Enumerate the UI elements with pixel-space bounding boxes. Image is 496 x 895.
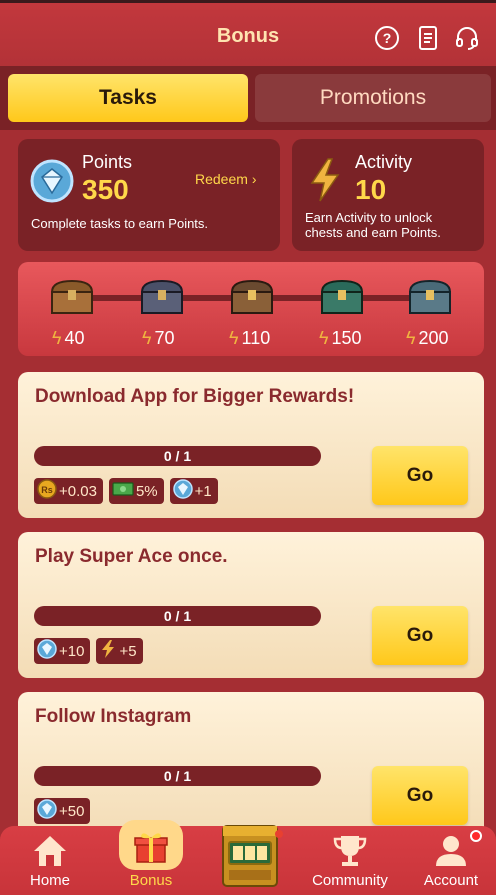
slot-machine-icon xyxy=(215,820,285,895)
reward-badge: +5 xyxy=(96,638,143,664)
nav-account[interactable]: Account xyxy=(410,826,492,895)
reward-badge: 5% xyxy=(108,478,164,504)
rupee-coin-icon: Rs xyxy=(37,479,57,503)
diamond-icon xyxy=(37,639,57,663)
reward-value: +10 xyxy=(59,642,85,660)
redeem-label: Redeem xyxy=(195,171,248,187)
reward-value: +50 xyxy=(59,802,85,820)
task-rewards: +50 xyxy=(34,798,91,824)
reward-value: 5% xyxy=(135,482,158,500)
chest-requirement-value: 40 xyxy=(64,328,85,348)
cash-icon xyxy=(112,481,134,501)
diamond-icon xyxy=(37,799,57,823)
lightning-icon: ϟ xyxy=(319,328,329,348)
chest-requirement: ϟ 40 xyxy=(52,328,85,349)
chest-requirement-value: 150 xyxy=(331,328,362,348)
reward-value: +1 xyxy=(194,482,212,500)
task-progress: 0 / 1 xyxy=(34,446,321,466)
bonus-screen: Bonus ? Tasks Promotions Points 350 Rede… xyxy=(0,0,496,895)
notification-badge xyxy=(470,830,482,842)
chest-requirement: ϟ 150 xyxy=(319,328,362,349)
reward-badge: Rs +0.03 xyxy=(34,478,103,504)
chest-requirement-value: 70 xyxy=(154,328,175,348)
nav-bonus-label: Bonus xyxy=(129,872,173,889)
gift-icon xyxy=(133,830,169,869)
activity-card: Activity 10 Earn Activity to unlock ches… xyxy=(292,139,484,251)
reward-value: +0.03 xyxy=(59,482,97,500)
task-card: Play Super Ace once. 0 / 1 +10 +5 Go xyxy=(18,532,484,678)
reward-badge: +50 xyxy=(34,798,91,824)
chest-requirement-value: 200 xyxy=(418,328,449,348)
activity-label: Activity xyxy=(355,152,413,172)
lightning-icon: ϟ xyxy=(142,328,152,348)
chest-requirement-value: 110 xyxy=(241,328,271,348)
nav-home-label: Home xyxy=(29,872,70,889)
help-icon[interactable]: ? xyxy=(374,25,400,51)
activity-description: Earn Activity to unlock chests and earn … xyxy=(305,210,441,240)
task-rewards: Rs +0.03 5% +1 xyxy=(34,478,218,504)
tab-tasks[interactable]: Tasks xyxy=(8,74,248,122)
chest-icon[interactable] xyxy=(48,278,96,316)
go-button[interactable]: Go xyxy=(372,606,468,665)
task-rewards: +10 +5 xyxy=(34,638,143,664)
diamond-icon xyxy=(30,159,74,203)
activity-description-line1: Earn Activity to unlock xyxy=(305,210,433,225)
header: Bonus ? xyxy=(0,0,496,66)
reward-value: +5 xyxy=(119,642,137,660)
reward-badge: +1 xyxy=(169,478,218,504)
nav-community-label: Community xyxy=(312,872,388,889)
diamond-icon xyxy=(172,479,193,503)
svg-text:?: ? xyxy=(383,30,392,46)
chest-icon[interactable] xyxy=(406,278,454,316)
nav-home[interactable]: Home xyxy=(10,826,90,895)
redeem-link[interactable]: Redeem › xyxy=(195,171,256,187)
task-progress: 0 / 1 xyxy=(34,606,321,626)
trophy-icon xyxy=(332,834,368,873)
task-progress: 0 / 1 xyxy=(34,766,321,786)
chest-requirement: ϟ 70 xyxy=(142,328,175,349)
chest-progress: ϟ 40 ϟ 70 ϟ 110 ϟ 150 ϟ 200 xyxy=(18,262,484,356)
user-icon xyxy=(433,834,469,873)
go-button[interactable]: Go xyxy=(372,766,468,825)
task-title: Follow Instagram xyxy=(35,706,192,727)
task-title: Download App for Bigger Rewards! xyxy=(35,386,355,407)
activity-description-line2: chests and earn Points. xyxy=(305,225,441,240)
nav-games[interactable] xyxy=(210,825,290,895)
chest-icon[interactable] xyxy=(138,278,186,316)
chest-icon[interactable] xyxy=(228,278,276,316)
chest-requirement: ϟ 200 xyxy=(406,328,449,349)
lightning-icon: ϟ xyxy=(406,328,416,348)
task-card: Download App for Bigger Rewards! 0 / 1 R… xyxy=(18,372,484,518)
nav-bonus[interactable]: Bonus xyxy=(111,820,191,895)
nav-community[interactable]: Community xyxy=(300,826,400,895)
headset-icon[interactable] xyxy=(454,25,480,51)
svg-text:Rs: Rs xyxy=(41,485,53,495)
lightning-icon xyxy=(308,157,342,203)
points-value: 350 xyxy=(82,174,129,205)
lightning-icon: ϟ xyxy=(52,328,62,348)
nav-account-label: Account xyxy=(423,872,479,889)
chevron-right-icon: › xyxy=(251,171,257,187)
points-description: Complete tasks to earn Points. xyxy=(31,216,209,231)
activity-value: 10 xyxy=(355,174,387,205)
chest-icon[interactable] xyxy=(318,278,366,316)
go-button[interactable]: Go xyxy=(372,446,468,505)
tab-bar: Tasks Promotions xyxy=(0,66,496,130)
lightning-icon xyxy=(99,639,117,663)
task-title: Play Super Ace once. xyxy=(35,546,228,567)
bottom-nav: Home Bonus Community Account xyxy=(0,820,496,895)
reward-badge: +10 xyxy=(34,638,91,664)
document-icon[interactable] xyxy=(415,25,441,51)
task-card: Follow Instagram 0 / 1 +50 Go xyxy=(18,692,484,838)
points-label: Points xyxy=(82,152,133,172)
tab-promotions[interactable]: Promotions xyxy=(255,74,491,122)
home-icon xyxy=(32,834,68,873)
chest-requirement: ϟ 110 xyxy=(229,328,270,349)
points-card: Points 350 Redeem › Complete tasks to ea… xyxy=(18,139,280,251)
lightning-icon: ϟ xyxy=(229,328,239,348)
